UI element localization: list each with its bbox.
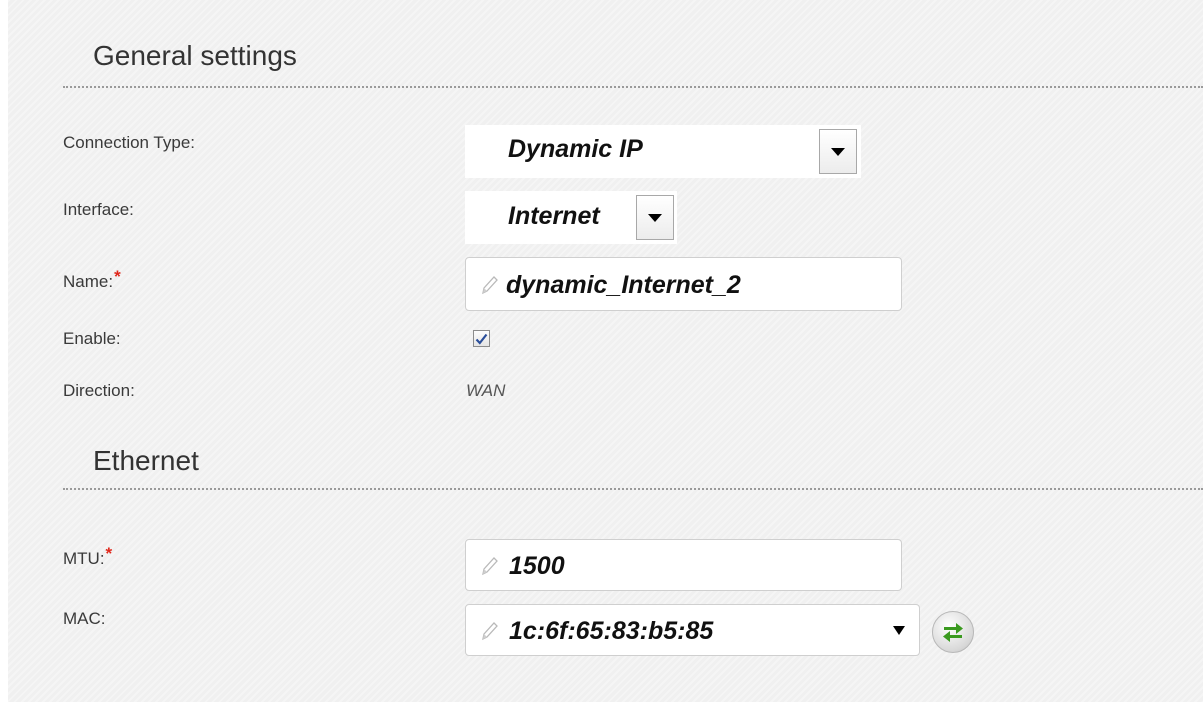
- pencil-icon: [482, 557, 498, 576]
- name-label-text: Name:: [63, 272, 114, 291]
- chevron-down-icon: [831, 147, 845, 156]
- divider-ethernet: [63, 488, 1203, 490]
- direction-label: Direction:: [63, 381, 135, 400]
- connection-type-select[interactable]: Dynamic IP: [465, 125, 861, 178]
- required-marker: *: [105, 544, 113, 563]
- section-title-ethernet: Ethernet: [93, 445, 199, 476]
- divider-general: [63, 86, 1203, 88]
- required-marker: *: [114, 267, 121, 286]
- interface-value: Internet: [508, 202, 600, 230]
- refresh-icon: [943, 623, 963, 642]
- section-title-general: General settings: [93, 40, 297, 71]
- pencil-icon: [482, 622, 498, 641]
- enable-checkbox[interactable]: [473, 330, 490, 347]
- mac-combobox[interactable]: 1c:6f:65:83:b5:85: [465, 604, 920, 656]
- direction-value: WAN: [466, 381, 506, 400]
- mtu-label: MTU:*: [63, 544, 112, 569]
- name-label: Name:*: [63, 267, 121, 292]
- chevron-down-icon: [648, 213, 662, 222]
- connection-type-dropdown-button[interactable]: [819, 129, 857, 174]
- mac-value: 1c:6f:65:83:b5:85: [509, 617, 714, 645]
- pencil-icon: [482, 276, 498, 295]
- mtu-input[interactable]: 1500: [465, 539, 902, 591]
- mtu-value: 1500: [509, 552, 565, 580]
- name-input[interactable]: dynamic_Internet_2: [465, 257, 902, 311]
- enable-label: Enable:: [63, 329, 121, 348]
- mac-dropdown-button[interactable]: [893, 626, 905, 635]
- chevron-down-icon: [893, 626, 905, 635]
- connection-type-value: Dynamic IP: [508, 135, 643, 163]
- interface-label: Interface:: [63, 200, 134, 219]
- mtu-label-text: MTU:: [63, 549, 105, 568]
- interface-select[interactable]: Internet: [465, 191, 677, 244]
- name-value: dynamic_Internet_2: [506, 271, 741, 299]
- mac-label: MAC:: [63, 609, 106, 628]
- checkmark-icon: [475, 333, 488, 345]
- connection-type-label: Connection Type:: [63, 133, 195, 152]
- refresh-mac-button[interactable]: [932, 611, 974, 653]
- settings-panel: [8, 0, 1203, 702]
- interface-dropdown-button[interactable]: [636, 195, 674, 240]
